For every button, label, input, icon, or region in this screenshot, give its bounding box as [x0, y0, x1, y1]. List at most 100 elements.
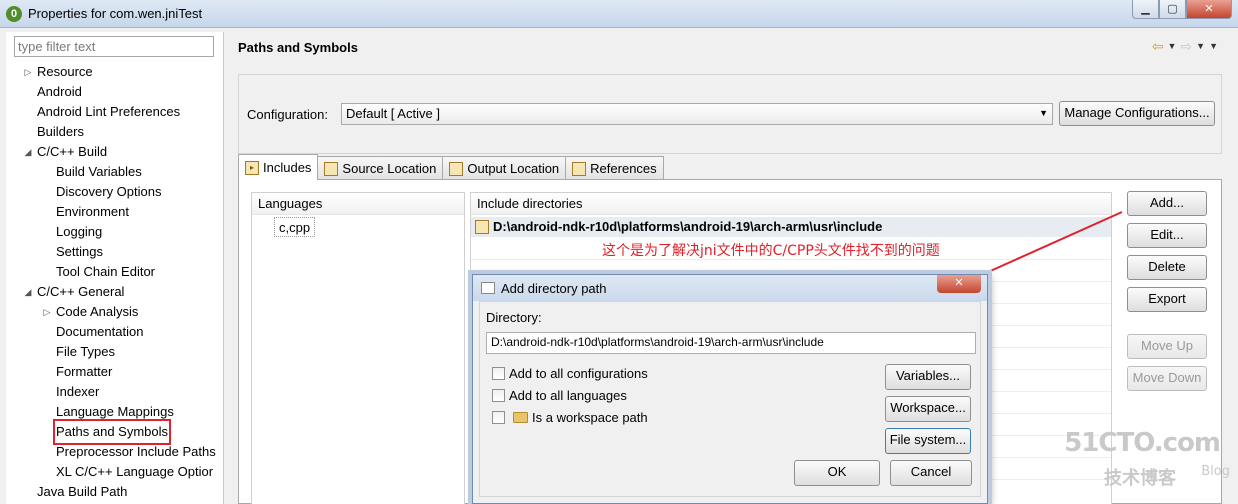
checkbox-label: Add to all languages — [509, 388, 627, 403]
minimize-button[interactable]: ▁ — [1132, 0, 1159, 19]
tree-item[interactable]: Java Build Path — [6, 482, 224, 502]
workspace-path-checkbox[interactable]: Is a workspace path — [492, 410, 648, 425]
folder-icon — [324, 161, 339, 176]
move-up-button[interactable]: Move Up — [1127, 334, 1207, 359]
tree-item[interactable]: Paths and Symbols — [6, 419, 224, 445]
tree-item-label: Paths and Symbols — [52, 419, 172, 445]
include-folder-icon — [475, 220, 489, 234]
languages-list[interactable]: Languages c,cpp — [251, 192, 465, 504]
tree-item[interactable]: Settings — [6, 242, 224, 262]
manage-configurations-button[interactable]: Manage Configurations... — [1059, 101, 1215, 126]
include-path: D:\android-ndk-r10d\platforms\android-19… — [493, 219, 883, 234]
include-directories-header: Include directories — [471, 193, 1111, 215]
table-row[interactable]: D:\android-ndk-r10d\platforms\android-19… — [471, 217, 1111, 237]
tree-item[interactable]: Discovery Options — [6, 182, 224, 202]
tree-item-label: Android Lint Preferences — [37, 104, 181, 119]
tree-item[interactable]: ▷ Code Analysis — [6, 302, 224, 322]
watermark-logo: 51CTO.com — [1064, 428, 1221, 458]
watermark-subtitle: 技术博客 — [1104, 468, 1176, 489]
tree-item[interactable]: ◢ C/C++ Build — [6, 142, 224, 162]
cancel-button[interactable]: Cancel — [890, 460, 972, 486]
file-system-button[interactable]: File system... — [885, 428, 971, 454]
tree-item[interactable]: Formatter — [6, 362, 224, 382]
tree-item[interactable]: Android — [6, 82, 224, 102]
forward-arrow-icon[interactable]: ⇨ — [1180, 38, 1192, 55]
tree-item[interactable]: Logging — [6, 222, 224, 242]
dialog-body: Directory: D:\android-ndk-r10d\platforms… — [479, 301, 981, 497]
configuration-group: Configuration: Default [ Active ] ▼ Mana… — [238, 74, 1222, 154]
close-button[interactable]: ✕ — [1186, 0, 1232, 19]
back-dropdown-icon[interactable]: ▼ — [1168, 41, 1177, 55]
edit-button[interactable]: Edit... — [1127, 223, 1207, 248]
title-bar: 0 Properties for com.wen.jniTest ▁ ▢ ✕ — [0, 0, 1238, 28]
directory-field[interactable]: D:\android-ndk-r10d\platforms\android-19… — [486, 332, 976, 354]
maximize-button[interactable]: ▢ — [1159, 0, 1186, 19]
tree-item[interactable]: Environment — [6, 202, 224, 222]
tab-label: Output Location — [467, 160, 560, 176]
folder-icon — [513, 412, 528, 423]
tree-item[interactable]: Android Lint Preferences — [6, 102, 224, 122]
tree-item-label: Tool Chain Editor — [56, 264, 155, 279]
window-controls: ▁ ▢ ✕ — [1132, 0, 1232, 20]
tab-label: Source Location — [342, 160, 437, 176]
tree-item-label: Discovery Options — [56, 184, 162, 199]
tree-item[interactable]: ◢ C/C++ General — [6, 282, 224, 302]
configuration-select[interactable]: Default [ Active ] ▼ — [341, 103, 1053, 125]
checkbox-box[interactable] — [492, 389, 505, 402]
reference-icon — [572, 161, 587, 176]
filter-input[interactable]: type filter text — [14, 36, 214, 57]
back-arrow-icon[interactable]: ⇦ — [1152, 38, 1164, 55]
tab-source-location[interactable]: Source Location — [317, 156, 444, 180]
checkbox-box[interactable] — [492, 367, 505, 380]
includes-icon: ▸ — [245, 160, 259, 175]
expanded-arrow-icon[interactable]: ◢ — [23, 282, 33, 302]
workspace-button[interactable]: Workspace... — [885, 396, 971, 422]
export-button[interactable]: Export — [1127, 287, 1207, 312]
list-item[interactable]: c,cpp — [274, 217, 316, 237]
tree-item[interactable]: Build Variables — [6, 162, 224, 182]
tab-includes[interactable]: ▸ Includes — [238, 154, 319, 180]
dialog-title-bar: Add directory path ✕ — [473, 275, 987, 301]
tree-item-label: C/C++ General — [37, 284, 125, 299]
tree-item-label: C/C++ Build — [37, 144, 108, 159]
tab-output-location[interactable]: Output Location — [442, 156, 567, 180]
tab-references[interactable]: References — [565, 156, 664, 180]
tree-item[interactable]: ▷ Resource — [6, 62, 224, 82]
watermark-blog: Blog — [1201, 464, 1230, 479]
tree-item[interactable]: Preprocessor Include Paths — [6, 442, 224, 462]
tree-item-label: Resource — [37, 64, 93, 79]
folder-icon — [449, 161, 464, 176]
variables-button[interactable]: Variables... — [885, 364, 971, 390]
all-configurations-checkbox[interactable]: Add to all configurations — [492, 366, 648, 381]
tree-item[interactable]: File Types — [6, 342, 224, 362]
directory-label: Directory: — [486, 310, 542, 325]
tree-item[interactable]: Documentation — [6, 322, 224, 342]
tree-item-label: Indexer — [56, 384, 100, 399]
annotation-text: 这个是为了解决jni文件中的C/CPP头文件找不到的问题 — [602, 243, 940, 259]
tree-item[interactable]: XL C/C++ Language Optior — [6, 462, 224, 482]
dialog-title: Add directory path — [501, 281, 607, 296]
tree-item[interactable]: Tool Chain Editor — [6, 262, 224, 282]
view-menu-icon[interactable]: ▼ — [1209, 41, 1218, 55]
tree-item-label: Formatter — [56, 364, 113, 379]
tree-item-label: Builders — [37, 124, 84, 139]
forward-dropdown-icon[interactable]: ▼ — [1196, 41, 1205, 55]
move-down-button[interactable]: Move Down — [1127, 366, 1207, 391]
tree-item[interactable]: Indexer — [6, 382, 224, 402]
collapsed-arrow-icon[interactable]: ▷ — [23, 62, 33, 82]
add-button[interactable]: Add... — [1127, 191, 1207, 216]
all-languages-checkbox[interactable]: Add to all languages — [492, 388, 627, 403]
tree-item-label: Settings — [56, 244, 103, 259]
tree-item[interactable]: Language Mappings — [6, 402, 224, 422]
expanded-arrow-icon[interactable]: ◢ — [23, 142, 33, 162]
configuration-label: Configuration: — [247, 107, 328, 122]
tree-item[interactable]: Builders — [6, 122, 224, 142]
delete-button[interactable]: Delete — [1127, 255, 1207, 280]
tree-item-label: Logging — [56, 224, 103, 239]
checkbox-box[interactable] — [492, 411, 505, 424]
tree-item-label: Preprocessor Include Paths — [56, 444, 216, 459]
tree-item-label: Android — [37, 84, 82, 99]
ok-button[interactable]: OK — [794, 460, 880, 486]
collapsed-arrow-icon[interactable]: ▷ — [42, 302, 52, 322]
dialog-close-button[interactable]: ✕ — [937, 275, 981, 293]
